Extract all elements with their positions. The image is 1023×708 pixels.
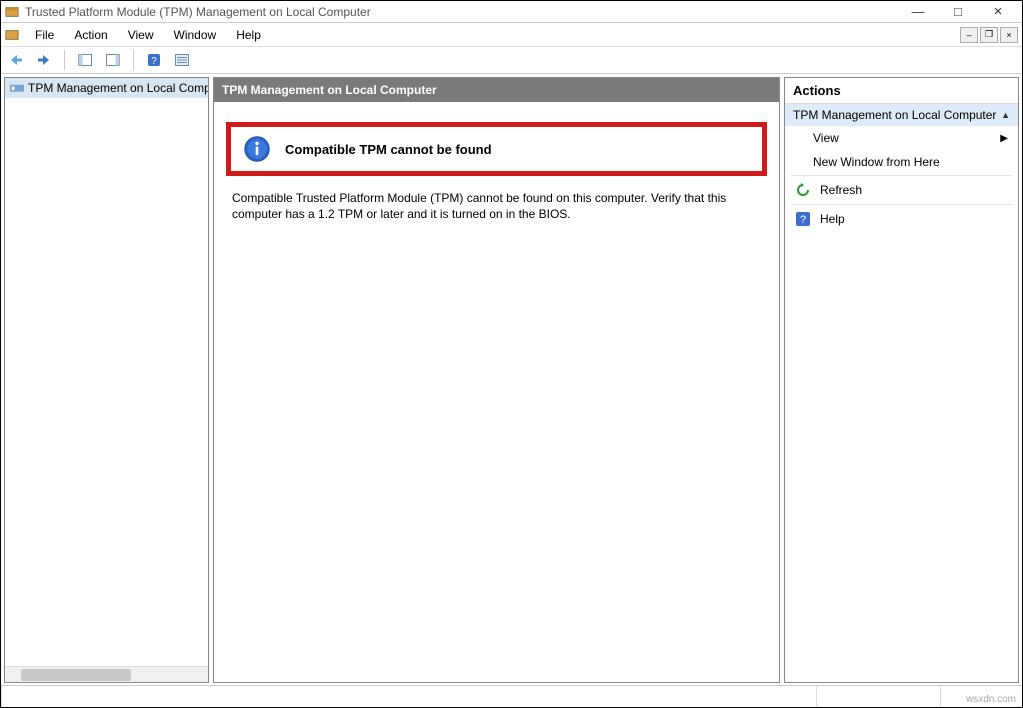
menu-file[interactable]: File — [25, 25, 64, 45]
svg-text:?: ? — [800, 214, 806, 226]
action-view[interactable]: View ▶ — [785, 126, 1018, 150]
tpm-not-found-callout: Compatible TPM cannot be found — [226, 122, 767, 176]
action-label: Refresh — [820, 183, 862, 197]
submenu-arrow-icon: ▶ — [1000, 133, 1008, 144]
toolbar: ? — [1, 46, 1022, 74]
toolbar-separator — [64, 50, 65, 70]
titlebar: Trusted Platform Module (TPM) Management… — [1, 1, 1022, 23]
tree-item-label: TPM Management on Local Comp — [28, 81, 208, 95]
tree-item-tpm-root[interactable]: TPM Management on Local Comp — [5, 78, 208, 98]
mdi-close-button[interactable]: × — [1000, 27, 1018, 43]
menu-help[interactable]: Help — [226, 25, 271, 45]
scrollbar-thumb[interactable] — [21, 669, 131, 681]
forward-button[interactable] — [33, 49, 55, 71]
window-title: Trusted Platform Module (TPM) Management… — [25, 5, 898, 19]
content-area: TPM Management on Local Comp TPM Managem… — [1, 74, 1022, 685]
actions-separator — [791, 175, 1012, 176]
mdi-restore-button[interactable]: ❐ — [980, 27, 998, 43]
app-icon — [5, 5, 19, 19]
help-icon: ? — [795, 211, 811, 227]
action-label: View — [813, 131, 839, 145]
actions-separator — [791, 204, 1012, 205]
statusbar — [1, 685, 1022, 707]
properties-button[interactable] — [171, 49, 193, 71]
collapse-icon: ▲ — [1001, 110, 1010, 120]
toolbar-separator — [133, 50, 134, 70]
close-button[interactable]: × — [978, 2, 1018, 22]
info-icon — [243, 135, 271, 163]
mmc-window: Trusted Platform Module (TPM) Management… — [0, 0, 1023, 708]
menu-view[interactable]: View — [118, 25, 164, 45]
actions-panel: Actions TPM Management on Local Computer… — [784, 77, 1019, 683]
mdi-controls: – ❐ × — [958, 27, 1018, 43]
status-cell — [816, 686, 939, 707]
back-button[interactable] — [5, 49, 27, 71]
tpm-description: Compatible Trusted Platform Module (TPM)… — [214, 184, 779, 228]
refresh-icon — [795, 182, 811, 198]
action-new-window[interactable]: New Window from Here — [785, 150, 1018, 174]
svg-text:?: ? — [151, 56, 157, 67]
window-controls: — □ × — [898, 2, 1018, 22]
menubar: File Action View Window Help – ❐ × — [1, 23, 1022, 46]
actions-context-header[interactable]: TPM Management on Local Computer ▲ — [785, 104, 1018, 126]
watermark-text: wsxdn.com — [966, 694, 1016, 705]
menu-action[interactable]: Action — [64, 25, 117, 45]
maximize-button[interactable]: □ — [938, 2, 978, 22]
help-button[interactable]: ? — [143, 49, 165, 71]
action-help[interactable]: ? Help — [785, 206, 1018, 232]
show-hide-tree-button[interactable] — [74, 49, 96, 71]
tpm-root-icon — [10, 82, 24, 94]
action-label: Help — [820, 212, 845, 226]
show-hide-actions-button[interactable] — [102, 49, 124, 71]
status-cell — [1, 686, 816, 707]
callout-title: Compatible TPM cannot be found — [285, 142, 492, 157]
action-refresh[interactable]: Refresh — [785, 177, 1018, 203]
main-panel: TPM Management on Local Computer Compati… — [213, 77, 780, 683]
actions-header: Actions — [785, 78, 1018, 104]
tree-horizontal-scrollbar[interactable] — [5, 666, 208, 682]
mdi-app-icon — [5, 28, 19, 42]
menu-window[interactable]: Window — [164, 25, 227, 45]
mdi-minimize-button[interactable]: – — [960, 27, 978, 43]
actions-context-title: TPM Management on Local Computer — [793, 108, 996, 122]
minimize-button[interactable]: — — [898, 2, 938, 22]
tree-panel: TPM Management on Local Comp — [4, 77, 209, 683]
action-label: New Window from Here — [813, 155, 940, 169]
main-panel-header: TPM Management on Local Computer — [214, 78, 779, 102]
